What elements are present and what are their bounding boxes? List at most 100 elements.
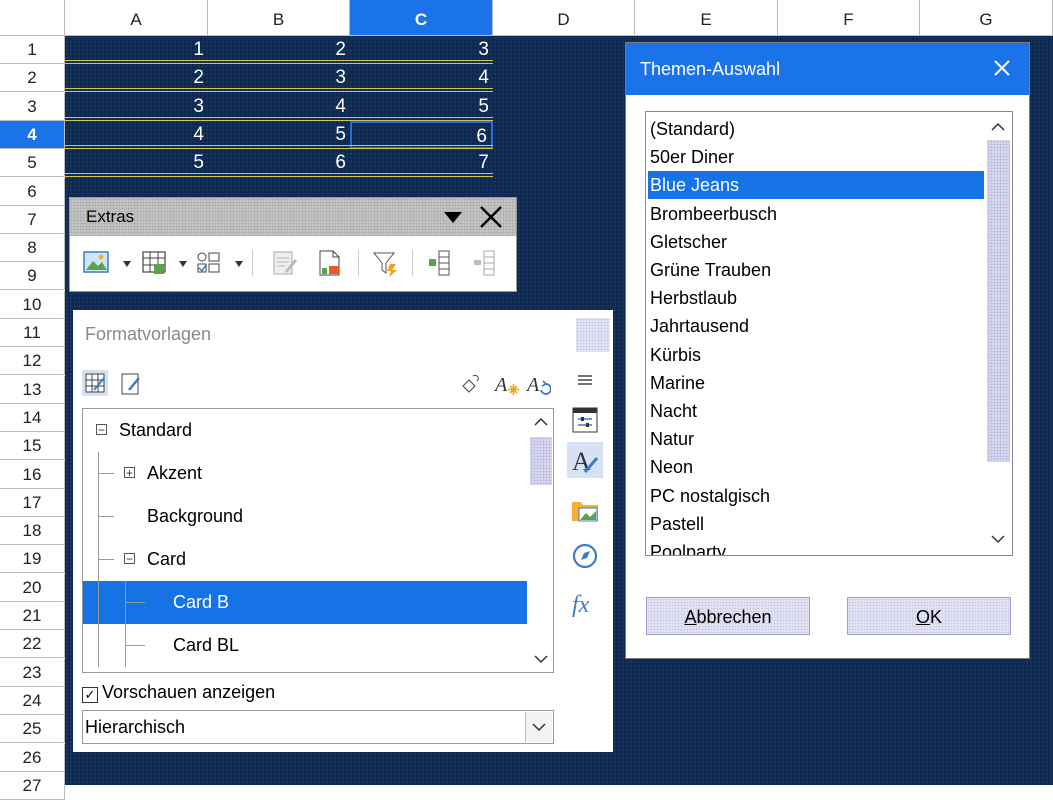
document-icon[interactable]	[315, 248, 347, 278]
deck-menu-button[interactable]	[576, 318, 610, 352]
theme-list-item[interactable]: Jahrtausend	[648, 312, 984, 340]
row-header-9[interactable]: 9	[0, 262, 65, 291]
row-header-5[interactable]: 5	[0, 149, 65, 178]
collapse-icon[interactable]: −	[124, 553, 135, 565]
hamburger-menu-icon[interactable]	[567, 362, 603, 398]
row-header-20[interactable]: 20	[0, 573, 65, 602]
column-header-a[interactable]: A	[65, 0, 208, 36]
row-header-10[interactable]: 10	[0, 290, 65, 319]
theme-list-item[interactable]: Marine	[648, 369, 984, 397]
chevron-down-icon[interactable]	[178, 260, 188, 268]
chevron-down-icon[interactable]	[234, 260, 244, 268]
cell-styles-icon[interactable]	[82, 370, 108, 396]
new-style-icon[interactable]: A	[493, 372, 519, 396]
preview-checkbox[interactable]: ✓	[82, 687, 98, 703]
row-header-23[interactable]: 23	[0, 658, 65, 687]
column-header-c[interactable]: C	[350, 0, 493, 36]
theme-list-item[interactable]: Nacht	[648, 397, 984, 425]
style-tree[interactable]: − Standard + Akzent Background − Card Card B Car…	[82, 408, 554, 673]
cancel-button[interactable]: Abbrechen	[646, 597, 810, 635]
functions-icon[interactable]: fx	[567, 586, 603, 622]
tree-item[interactable]: − Standard	[83, 409, 527, 452]
row-header-11[interactable]: 11	[0, 319, 65, 347]
row-header-16[interactable]: 16	[0, 460, 65, 489]
row-header-22[interactable]: 22	[0, 630, 65, 659]
insert-image-icon[interactable]	[82, 248, 114, 278]
row-header-18[interactable]: 18	[0, 517, 65, 546]
filter-icon[interactable]	[370, 248, 402, 278]
insert-table-icon[interactable]	[140, 248, 172, 278]
update-style-icon[interactable]: A	[525, 372, 551, 396]
row-header-6[interactable]: 6	[0, 177, 65, 206]
column-header-d[interactable]: D	[493, 0, 635, 36]
properties-icon[interactable]	[567, 402, 603, 438]
collapse-icon[interactable]: −	[96, 424, 107, 436]
theme-list-item[interactable]: Grüne Trauben	[648, 256, 984, 284]
page-styles-icon[interactable]	[119, 372, 143, 396]
chevron-down-icon[interactable]	[525, 712, 552, 742]
ok-button[interactable]: OK	[847, 597, 1011, 635]
theme-list-item[interactable]: Natur	[648, 425, 984, 453]
tree-scroll-thumb[interactable]	[530, 437, 552, 485]
expand-icon[interactable]: +	[124, 467, 135, 479]
column-delete-icon[interactable]	[470, 248, 502, 278]
row-header-15[interactable]: 15	[0, 432, 65, 461]
theme-list-item[interactable]: (Standard)	[648, 115, 984, 143]
extras-toolbar-titlebar[interactable]: Extras	[70, 198, 516, 236]
row-header-24[interactable]: 24	[0, 686, 65, 715]
close-icon[interactable]	[478, 204, 504, 230]
preview-checkbox-row[interactable]: ✓ Vorschauen anzeigen	[82, 682, 275, 703]
scroll-down-icon[interactable]	[534, 654, 548, 664]
row-header-25[interactable]: 25	[0, 715, 65, 744]
scroll-down-icon[interactable]	[991, 534, 1005, 544]
tree-scrollbar[interactable]	[528, 409, 553, 672]
tree-item[interactable]: Card B	[83, 581, 527, 624]
theme-list-scrollbar[interactable]	[985, 112, 1012, 555]
theme-list-item[interactable]: 50er Diner	[648, 143, 984, 171]
gallery-icon[interactable]	[567, 492, 603, 528]
navigator-icon[interactable]	[567, 538, 603, 574]
styles-icon[interactable]: A	[567, 442, 603, 478]
toolbar-menu-icon[interactable]	[442, 209, 464, 225]
theme-list[interactable]: (Standard) 50er Diner Blue Jeans Brombeerbu…	[645, 111, 1013, 556]
row-header-19[interactable]: 19	[0, 545, 65, 574]
theme-scroll-thumb[interactable]	[987, 140, 1010, 462]
tree-item[interactable]: Card BL	[83, 624, 527, 667]
close-icon[interactable]	[987, 53, 1017, 83]
theme-list-item[interactable]: Poolparty	[648, 538, 984, 555]
column-header-f[interactable]: F	[778, 0, 920, 36]
tree-item[interactable]: Background	[83, 495, 527, 538]
row-header-2[interactable]: 2	[0, 64, 65, 93]
row-header-3[interactable]: 3	[0, 92, 65, 121]
row-header-27[interactable]: 27	[0, 771, 65, 800]
column-header-e[interactable]: E	[635, 0, 778, 36]
theme-list-item[interactable]: Gletscher	[648, 228, 984, 256]
theme-list-item[interactable]: Neon	[648, 453, 984, 481]
select-all-corner[interactable]	[0, 0, 65, 36]
row-header-1[interactable]: 1	[0, 36, 65, 64]
tree-item[interactable]: + Akzent	[83, 452, 527, 495]
scroll-up-icon[interactable]	[534, 417, 548, 427]
theme-list-item[interactable]: Herbstlaub	[648, 284, 984, 312]
row-header-12[interactable]: 12	[0, 347, 65, 376]
row-header-14[interactable]: 14	[0, 403, 65, 432]
theme-list-item[interactable]: Blue Jeans	[648, 171, 984, 200]
scroll-up-icon[interactable]	[991, 122, 1005, 132]
row-header-17[interactable]: 17	[0, 488, 65, 517]
edit-data-icon[interactable]	[270, 248, 302, 278]
style-filter-select[interactable]: Hierarchisch	[82, 710, 554, 744]
theme-list-item[interactable]: Kürbis	[648, 341, 984, 369]
row-header-13[interactable]: 13	[0, 375, 65, 404]
row-header-8[interactable]: 8	[0, 234, 65, 263]
row-header-26[interactable]: 26	[0, 743, 65, 772]
column-header-g[interactable]: G	[920, 0, 1053, 36]
tree-item[interactable]: − Card	[83, 538, 527, 581]
theme-list-item[interactable]: PC nostalgisch	[648, 482, 984, 510]
row-header-21[interactable]: 21	[0, 602, 65, 630]
form-controls-icon[interactable]	[194, 248, 226, 278]
chevron-down-icon[interactable]	[122, 260, 132, 268]
theme-list-item[interactable]: Brombeerbusch	[648, 200, 984, 228]
column-header-b[interactable]: B	[208, 0, 350, 36]
fill-format-mode-icon[interactable]	[459, 372, 483, 396]
row-header-7[interactable]: 7	[0, 205, 65, 234]
